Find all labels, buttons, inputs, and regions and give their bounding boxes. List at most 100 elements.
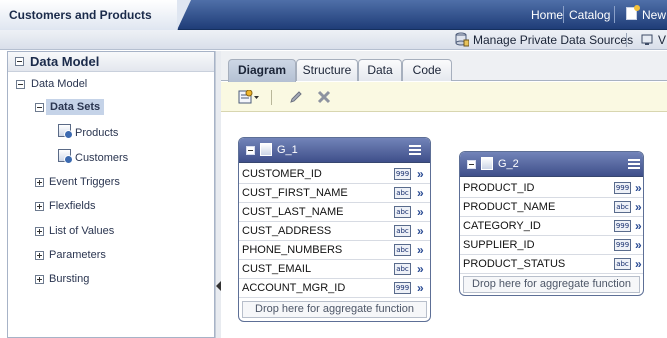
tree-node-customers[interactable]: Customers [75,152,128,164]
new-link[interactable]: New [642,8,666,22]
field-expand-icon[interactable]: » [417,205,424,219]
tab-structure[interactable]: Structure [296,59,358,81]
field-name: CUST_FIRST_NAME [242,187,348,199]
field-row[interactable]: CATEGORY_ID 999 » [460,217,643,236]
expand-toggle-icon[interactable] [35,178,44,187]
collapse-toggle-icon[interactable] [15,57,24,66]
field-expand-icon[interactable]: » [417,243,424,257]
dataset-g1-box[interactable]: G_1 CUSTOMER_ID 999 » CUST_FIRST_NAME ab… [238,137,431,322]
collapse-toggle-icon[interactable] [467,160,476,169]
field-name: CUST_EMAIL [242,263,312,275]
numeric-type-icon: 999 [614,220,631,232]
manage-data-sources-icon[interactable] [455,32,470,47]
new-icon[interactable] [626,5,640,20]
app-header-bar: Customers and Products Home Catalog New [0,0,667,30]
field-row[interactable]: PRODUCT_ID 999 » [460,179,643,198]
collapse-toggle-icon[interactable] [35,103,44,112]
edit-icon[interactable] [289,90,303,104]
text-type-icon: abc [394,187,411,199]
field-expand-icon[interactable]: » [635,219,642,233]
numeric-type-icon: 999 [394,168,411,180]
dataset-menu-icon[interactable] [628,159,642,169]
tree-node-flexfields[interactable]: Flexfields [49,200,95,212]
catalog-link[interactable]: Catalog [569,8,610,22]
field-name: SUPPLIER_ID [463,239,535,251]
field-row[interactable]: PHONE_NUMBERS abc » [239,241,430,260]
view-link[interactable]: V [658,33,666,47]
field-row[interactable]: ACCOUNT_MGR_ID 999 » [239,279,430,298]
field-name: PRODUCT_NAME [463,201,556,213]
numeric-type-icon: 999 [614,239,631,251]
dataset-header[interactable]: G_2 [460,152,643,177]
dataset-header[interactable]: G_1 [239,138,430,163]
manage-data-sources-link[interactable]: Manage Private Data Sources [473,33,633,47]
tree-node-products[interactable]: Products [75,127,118,139]
field-expand-icon[interactable]: » [417,167,424,181]
collapse-toggle-icon[interactable] [16,80,25,89]
diagram-editor-panel: Diagram Structure Data Code G_1 CUSTOMER… [221,51,667,338]
text-type-icon: abc [394,225,411,237]
tab-diagram[interactable]: Diagram [228,59,296,82]
field-name: CUSTOMER_ID [242,168,322,180]
field-row[interactable]: CUST_LAST_NAME abc » [239,203,430,222]
field-row[interactable]: CUST_FIRST_NAME abc » [239,184,430,203]
field-row[interactable]: PRODUCT_NAME abc » [460,198,643,217]
tree-node-parameters[interactable]: Parameters [49,249,106,261]
toolbar-divider [626,33,627,47]
aggregate-drop-zone[interactable]: Drop here for aggregate function [463,276,640,293]
field-expand-icon[interactable]: » [635,200,642,214]
tab-data[interactable]: Data [358,59,402,81]
dataset-menu-icon[interactable] [409,145,423,155]
field-expand-icon[interactable]: » [635,257,642,271]
numeric-type-icon: 999 [614,182,631,194]
expand-toggle-icon[interactable] [35,275,44,284]
field-name: CUST_LAST_NAME [242,206,344,218]
dataset-icon [260,143,272,156]
text-type-icon: abc [394,263,411,275]
delete-icon[interactable] [317,90,331,104]
diagram-toolbar [221,82,667,112]
tree-panel-header: Data Model [8,52,214,72]
field-row[interactable]: CUST_EMAIL abc » [239,260,430,279]
field-expand-icon[interactable]: » [635,181,642,195]
tree-node-bursting[interactable]: Bursting [49,273,89,285]
field-row[interactable]: CUST_ADDRESS abc » [239,222,430,241]
page-title: Customers and Products [9,8,152,22]
field-expand-icon[interactable]: » [417,186,424,200]
expand-toggle-icon[interactable] [35,202,44,211]
field-name: PRODUCT_STATUS [463,258,566,270]
header-divider [614,6,615,23]
field-row[interactable]: SUPPLIER_ID 999 » [460,236,643,255]
collapse-toggle-icon[interactable] [246,146,255,155]
new-dataset-icon[interactable] [238,89,260,105]
field-name: CUST_ADDRESS [242,225,332,237]
expand-toggle-icon[interactable] [35,251,44,260]
diagram-canvas[interactable]: G_1 CUSTOMER_ID 999 » CUST_FIRST_NAME ab… [221,113,667,338]
dataset-name: G_2 [498,158,519,170]
field-expand-icon[interactable]: » [635,238,642,252]
field-row[interactable]: PRODUCT_STATUS abc » [460,255,643,274]
dataset-g2-box[interactable]: G_2 PRODUCT_ID 999 » PRODUCT_NAME abc » … [459,151,644,296]
numeric-type-icon: 999 [394,282,411,294]
header-divider [563,6,564,23]
field-name: PHONE_NUMBERS [242,244,343,256]
text-type-icon: abc [614,201,631,213]
tree-node-event-triggers[interactable]: Event Triggers [49,176,120,188]
field-expand-icon[interactable]: » [417,224,424,238]
aggregate-drop-zone[interactable]: Drop here for aggregate function [242,301,427,318]
app-title-tab: Customers and Products [0,0,191,30]
expand-toggle-icon[interactable] [35,227,44,236]
dataset-icon [58,149,73,164]
toolbar-divider [271,90,272,105]
dataset-icon [481,157,493,170]
view-icon[interactable] [641,33,654,46]
tab-code[interactable]: Code [402,59,452,81]
field-expand-icon[interactable]: » [417,262,424,276]
secondary-toolbar: Manage Private Data Sources V [0,30,667,50]
tree-node-data-model[interactable]: Data Model [31,78,87,90]
tree-node-list-of-values[interactable]: List of Values [49,225,114,237]
home-link[interactable]: Home [531,8,563,22]
field-row[interactable]: CUSTOMER_ID 999 » [239,165,430,184]
field-expand-icon[interactable]: » [417,281,424,295]
tree-node-data-sets[interactable]: Data Sets [46,99,105,115]
